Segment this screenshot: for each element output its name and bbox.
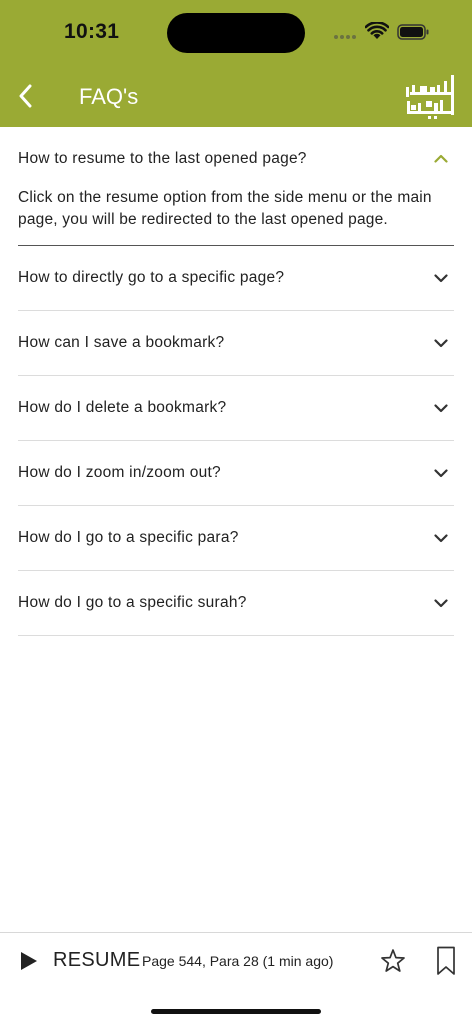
app-header: 10:31 FAQ's xyxy=(0,0,472,127)
faq-item: How to directly go to a specific page? xyxy=(18,246,454,311)
battery-icon xyxy=(397,24,429,40)
faq-question: How do I delete a bookmark? xyxy=(18,399,227,416)
faq-item: How do I zoom in/zoom out? xyxy=(18,441,454,506)
chevron-left-icon xyxy=(19,84,32,108)
chevron-down-icon xyxy=(434,533,448,542)
star-icon[interactable] xyxy=(380,948,406,974)
faq-item: How do I go to a specific para? xyxy=(18,506,454,571)
faq-question-row[interactable]: How to directly go to a specific page? xyxy=(18,246,454,310)
chevron-down-icon xyxy=(434,598,448,607)
faq-question-row[interactable]: How do I zoom in/zoom out? xyxy=(18,441,454,505)
faq-question-row[interactable]: How do I delete a bookmark? xyxy=(18,376,454,440)
faq-question-row[interactable]: How to resume to the last opened page? xyxy=(18,127,454,190)
quran-logo xyxy=(406,75,454,119)
faq-question: How to resume to the last opened page? xyxy=(18,149,307,167)
play-icon[interactable] xyxy=(20,951,38,971)
chevron-down-icon xyxy=(434,338,448,347)
faq-question: How can I save a bookmark? xyxy=(18,334,225,351)
faq-question: How do I go to a specific para? xyxy=(18,529,239,546)
page-title: FAQ's xyxy=(79,84,139,109)
chevron-down-icon xyxy=(434,403,448,412)
faq-question-row[interactable]: How do I go to a specific para? xyxy=(18,506,454,570)
chevron-up-icon xyxy=(434,154,448,163)
faq-item: How to resume to the last opened page? C… xyxy=(18,127,454,246)
faq-question: How do I zoom in/zoom out? xyxy=(18,464,221,481)
faq-question: How to directly go to a specific page? xyxy=(18,269,285,286)
faq-item: How do I delete a bookmark? xyxy=(18,376,454,441)
dynamic-island xyxy=(167,13,305,53)
faq-question-row[interactable]: How do I go to a specific surah? xyxy=(18,571,454,635)
wifi-icon xyxy=(365,22,389,39)
faq-question: How do I go to a specific surah? xyxy=(18,594,247,611)
faq-item: How can I save a bookmark? xyxy=(18,311,454,376)
faq-question-row[interactable]: How can I save a bookmark? xyxy=(18,311,454,375)
bookmark-icon[interactable] xyxy=(436,946,456,976)
chevron-down-icon xyxy=(434,273,448,282)
status-time: 10:31 xyxy=(64,20,120,43)
faq-answer: Click on the resume option from the side… xyxy=(18,189,432,228)
resume-button[interactable]: RESUME xyxy=(53,949,140,972)
chevron-down-icon xyxy=(434,468,448,477)
resume-info: Page 544, Para 28 (1 min ago) xyxy=(142,953,334,969)
faq-list: How to resume to the last opened page? C… xyxy=(18,127,454,636)
cellular-signal-icon xyxy=(334,35,356,39)
back-button[interactable] xyxy=(10,80,40,112)
home-indicator[interactable] xyxy=(151,1009,321,1014)
faq-item: How do I go to a specific surah? xyxy=(18,571,454,636)
